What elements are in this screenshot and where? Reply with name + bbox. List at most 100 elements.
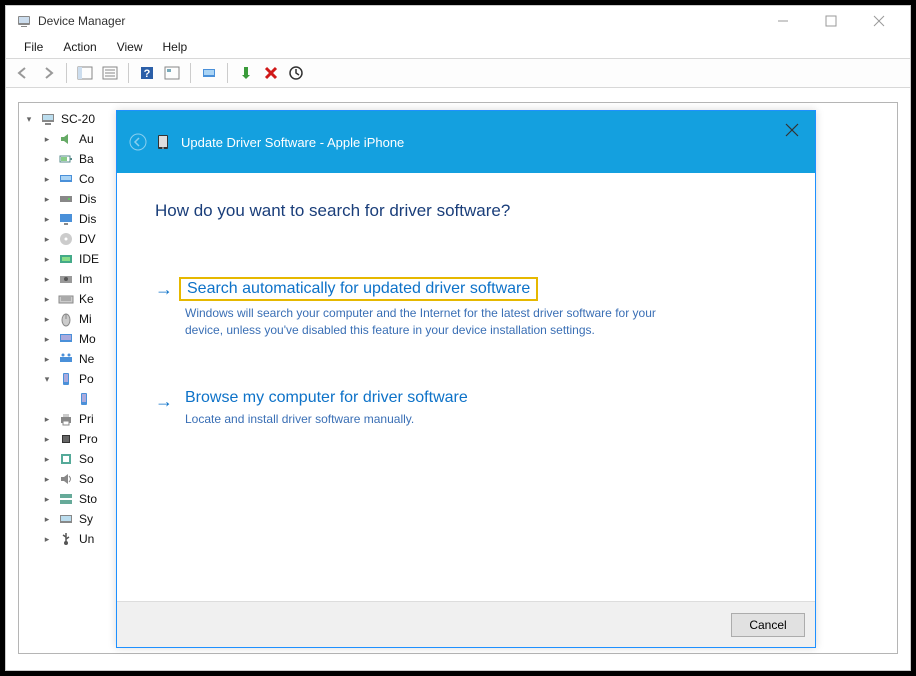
tree-item-label: Po (79, 372, 94, 386)
dialog-heading: How do you want to search for driver sof… (155, 201, 777, 221)
option-description: Windows will search your computer and th… (185, 305, 675, 339)
menubar: File Action View Help (6, 36, 910, 58)
printer-icon (58, 411, 74, 427)
menu-file[interactable]: File (16, 38, 51, 56)
expand-icon[interactable]: ▾ (41, 373, 53, 385)
monitor-icon (58, 331, 74, 347)
close-button[interactable] (864, 10, 894, 32)
expand-icon[interactable]: ▸ (41, 433, 53, 445)
menu-action[interactable]: Action (55, 38, 104, 56)
dialog-titlebar: Update Driver Software - Apple iPhone (117, 111, 815, 173)
menu-view[interactable]: View (109, 38, 151, 56)
expand-icon[interactable]: ▸ (41, 313, 53, 325)
expand-icon[interactable]: ▸ (41, 233, 53, 245)
option-description: Locate and install driver software manua… (185, 411, 675, 428)
scan-hardware-button[interactable] (198, 62, 220, 84)
tree-item-label: Mi (79, 312, 92, 326)
app-icon (16, 13, 32, 29)
uninstall-button[interactable] (260, 62, 282, 84)
device-icon (157, 134, 171, 150)
expand-icon[interactable]: ▸ (41, 493, 53, 505)
mouse-icon (58, 311, 74, 327)
update-driver-dialog: Update Driver Software - Apple iPhone Ho… (116, 110, 816, 648)
tree-item-label: So (79, 472, 94, 486)
option-browse-computer[interactable]: → Browse my computer for driver software… (155, 389, 777, 428)
dialog-footer: Cancel (117, 601, 815, 647)
expand-icon[interactable]: ▸ (41, 413, 53, 425)
network-icon (58, 351, 74, 367)
window-title: Device Manager (38, 14, 125, 28)
expand-icon[interactable]: ▸ (41, 153, 53, 165)
expand-icon[interactable]: ▸ (41, 533, 53, 545)
option-title: Browse my computer for driver software (185, 389, 468, 407)
back-button[interactable] (12, 62, 34, 84)
expand-icon[interactable]: ▸ (41, 333, 53, 345)
tree-item-label: Pro (79, 432, 98, 446)
disable-button[interactable] (285, 62, 307, 84)
tree-item-label: Sto (79, 492, 97, 506)
tree-item-label: Co (79, 172, 94, 186)
system-icon (58, 511, 74, 527)
audio-icon (58, 131, 74, 147)
expand-icon[interactable]: ▸ (41, 273, 53, 285)
imaging-icon (58, 271, 74, 287)
tree-item-label: So (79, 452, 94, 466)
tree-item-label: Un (79, 532, 94, 546)
cancel-button[interactable]: Cancel (731, 613, 805, 637)
ide-icon (58, 251, 74, 267)
expand-icon[interactable]: ▸ (41, 253, 53, 265)
portable-icon (58, 371, 74, 387)
disk-icon (58, 191, 74, 207)
expand-icon[interactable]: ▸ (41, 293, 53, 305)
expand-icon[interactable]: ▾ (23, 113, 35, 125)
tree-item-label: Pri (79, 412, 94, 426)
device-manager-window: Device Manager File Action View Help ? (5, 5, 911, 671)
storage-icon (58, 491, 74, 507)
option-search-automatically[interactable]: → Search automatically for updated drive… (155, 277, 777, 339)
display-icon (58, 211, 74, 227)
properties-button[interactable] (99, 62, 121, 84)
expand-icon[interactable]: ▸ (41, 213, 53, 225)
expand-icon[interactable]: ▸ (41, 473, 53, 485)
option-title: Search automatically for updated driver … (179, 277, 538, 301)
computer-icon (40, 111, 56, 127)
help-button[interactable]: ? (136, 62, 158, 84)
toolbar: ? (6, 59, 910, 87)
menu-help[interactable]: Help (155, 38, 196, 56)
processor-icon (58, 431, 74, 447)
tree-item-label: Mo (79, 332, 96, 346)
expand-icon[interactable]: ▸ (41, 173, 53, 185)
keyboard-icon (58, 291, 74, 307)
expand-icon[interactable]: ▸ (41, 353, 53, 365)
expand-icon[interactable]: ▸ (41, 513, 53, 525)
tree-root-label: SC-20 (61, 112, 95, 126)
device-icon (76, 391, 92, 407)
dialog-close-button[interactable] (779, 117, 805, 143)
minimize-button[interactable] (768, 10, 798, 32)
maximize-button[interactable] (816, 10, 846, 32)
tree-item-label: Ne (79, 352, 94, 366)
computer-icon (58, 171, 74, 187)
show-hide-tree-button[interactable] (74, 62, 96, 84)
tree-item-label: Au (79, 132, 94, 146)
dialog-back-button[interactable] (127, 131, 149, 153)
expand-icon[interactable]: ▸ (41, 453, 53, 465)
update-driver-button[interactable] (235, 62, 257, 84)
software-icon (58, 451, 74, 467)
arrow-right-icon: → (155, 279, 173, 300)
tree-item-label: Sy (79, 512, 93, 526)
forward-button[interactable] (37, 62, 59, 84)
tree-item-label: Ke (79, 292, 94, 306)
tree-item-label: IDE (79, 252, 99, 266)
tree-item-label: Ba (79, 152, 94, 166)
dialog-title-text: Update Driver Software - Apple iPhone (181, 135, 404, 150)
tree-item-label: Im (79, 272, 92, 286)
action-button[interactable] (161, 62, 183, 84)
usb-icon (58, 531, 74, 547)
tree-item-label: Dis (79, 192, 96, 206)
arrow-right-icon: → (155, 391, 173, 412)
expand-icon[interactable]: ▸ (41, 133, 53, 145)
dvd-icon (58, 231, 74, 247)
svg-text:?: ? (144, 68, 151, 80)
expand-icon[interactable]: ▸ (41, 193, 53, 205)
